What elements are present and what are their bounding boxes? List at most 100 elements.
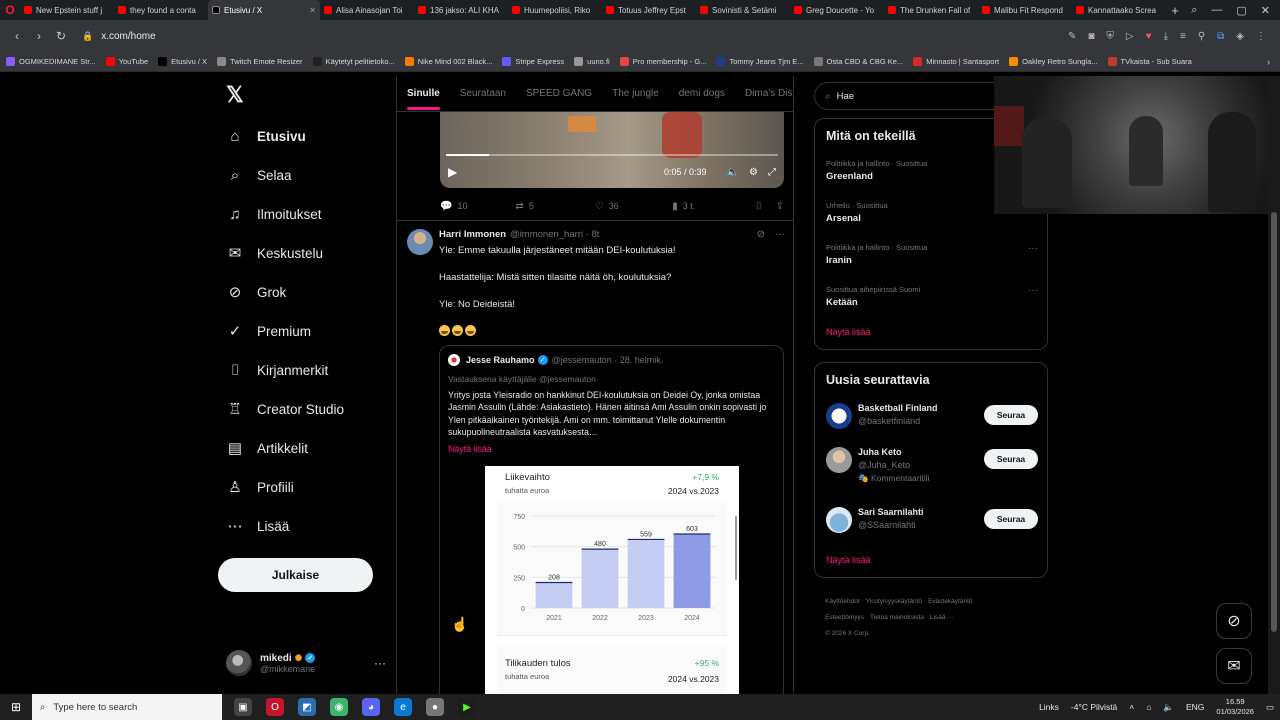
footer-link[interactable]: Tietoa mainoksista — [870, 614, 924, 621]
feed-tab[interactable]: SPEED GANG — [526, 88, 592, 99]
quoted-image-chart[interactable]: Liikevaihto tuhatta euroa +7,9 % 2024 vs… — [485, 466, 739, 694]
avatar[interactable] — [826, 447, 852, 473]
nav-item-creator-studio[interactable]: ♖ Creator Studio — [226, 397, 344, 421]
browser-tab[interactable]: Sovinisti & Setämi — [696, 0, 790, 20]
volume-icon[interactable]: 🔈 — [1163, 702, 1174, 713]
account-more-icon[interactable]: ··· — [374, 656, 386, 670]
x-logo-icon[interactable]: 𝕏 — [226, 82, 244, 108]
new-tab-button[interactable]: + — [1166, 3, 1184, 18]
forward-button[interactable]: › — [28, 29, 50, 43]
tweet-author-handle[interactable]: @immonen_harri · 8t — [510, 229, 599, 240]
opera-icon[interactable]: O — [266, 698, 284, 716]
links-toolbar[interactable]: Links — [1039, 702, 1059, 712]
heart-icon[interactable]: ♥ — [1146, 31, 1152, 42]
avatar[interactable] — [826, 403, 852, 429]
browser-tab[interactable]: Alisa Ainasojan Toi — [320, 0, 414, 20]
close-tab-icon[interactable]: ✕ — [306, 6, 316, 15]
messages-floating-button[interactable]: ✉ — [1216, 648, 1252, 684]
shield-icon[interactable]: ⛨ — [1106, 31, 1114, 42]
bookmark-item[interactable]: Twitch Emote Resizer — [217, 57, 303, 66]
clock[interactable]: 16.59 01/03/2026 — [1216, 697, 1254, 717]
nav-item-artikkelit[interactable]: ▤ Artikkelit — [226, 436, 308, 460]
volume-icon[interactable]: 🔈 — [727, 167, 739, 178]
share-icon[interactable]: ⇪ — [776, 201, 784, 212]
kick-icon[interactable]: ▶ — [458, 698, 476, 716]
bookmark-item[interactable]: Nike Mind 002 Black... — [404, 57, 492, 66]
browser-tab[interactable]: Totuus Jeffrey Epst — [602, 0, 696, 20]
bookmark-item[interactable]: TVkaista - Sub Suara — [1107, 57, 1192, 66]
nav-item-premium[interactable]: ✓ Premium — [226, 319, 311, 343]
bookmark-item[interactable]: Pro membership - G... — [619, 57, 706, 66]
fullscreen-icon[interactable]: ⤢ — [768, 167, 776, 178]
language-indicator[interactable]: ENG — [1186, 702, 1204, 712]
account-icon[interactable]: ⚲ — [1198, 31, 1205, 42]
browser-tab[interactable]: New Epstein stuff j — [20, 0, 114, 20]
grok-icon[interactable]: ⊘ — [757, 229, 765, 240]
opera-logo-icon[interactable]: O — [0, 0, 20, 20]
video-progress-bar[interactable] — [446, 154, 778, 156]
play-icon[interactable]: ▷ — [1126, 31, 1134, 42]
quoted-tweet[interactable]: Jesse Rauhamo ✓ @jessemauton · 28. helmi… — [439, 345, 784, 694]
browser-tab[interactable]: they found a conta — [114, 0, 208, 20]
reload-button[interactable]: ↻ — [50, 29, 72, 43]
follow-suggestion[interactable]: Juha Keto @Juha_Keto 🎭 Kommentaaritili Seur… — [826, 447, 1038, 487]
follow-button[interactable]: Seuraa — [984, 449, 1038, 469]
like-button[interactable]: ♡ 36 — [595, 201, 672, 212]
video-player[interactable]: ▶ 0:05 / 0:39 🔈 ⚙ ⤢ — [440, 112, 784, 188]
bookmark-item[interactable]: YouTube — [105, 57, 148, 66]
trends-show-more-link[interactable]: Näytä lisää — [826, 327, 871, 337]
extension-icon[interactable]: ⧉ — [1217, 31, 1224, 42]
feed-tab[interactable]: The jungle — [612, 88, 659, 99]
edit-icon[interactable]: ✎ — [1068, 31, 1076, 42]
browser-tab[interactable]: Kannattaako Screa — [1072, 0, 1166, 20]
feed-tab[interactable]: Sinulle — [407, 88, 440, 110]
browser-tab[interactable]: Huumepoliisi, Riko — [508, 0, 602, 20]
post-button[interactable]: Julkaise — [218, 558, 373, 592]
play-icon[interactable]: ▶ — [448, 165, 457, 179]
follow-button[interactable]: Seuraa — [984, 509, 1038, 529]
bookmark-item[interactable]: Käytetyt pelitietoko... — [312, 57, 395, 66]
page-scrollbar[interactable] — [1268, 76, 1280, 694]
avatar[interactable] — [826, 507, 852, 533]
edge-icon[interactable]: e — [394, 698, 412, 716]
nav-item-selaa[interactable]: ⌕ Selaa — [226, 163, 292, 187]
weather-widget[interactable]: -4°C Pilvistä — [1071, 702, 1117, 712]
url-field[interactable]: 🔒 x.com/home — [82, 31, 156, 42]
bookmark-item[interactable]: uuno.fi — [574, 57, 610, 66]
bookmark-item[interactable]: Osta CBD & CBG Ke... — [813, 57, 903, 66]
minimize-button[interactable]: — — [1211, 4, 1222, 17]
feed-tab[interactable]: Dima's Dist — [745, 88, 793, 99]
views-button[interactable]: ▮ 3 t. — [672, 201, 755, 212]
trend-more-icon[interactable]: ··· — [1028, 243, 1038, 254]
reply-button[interactable]: 💬 10 — [440, 201, 515, 212]
download-icon[interactable]: ⤓ — [1164, 31, 1168, 42]
browser-tab[interactable]: The Drunken Fall of — [884, 0, 978, 20]
nav-item-kirjanmerkit[interactable]: ⌷ Kirjanmerkit — [226, 358, 328, 382]
follow-suggestion[interactable]: Basketball Finland @basketfinland Seuraa — [826, 403, 1038, 443]
camera-icon[interactable]: ◙ — [1088, 31, 1094, 42]
tweet-author-name[interactable]: Harri Immonen — [439, 229, 506, 240]
feed-tab[interactable]: Seurataan — [460, 88, 506, 99]
bookmark-item[interactable]: Oakley Retro Sungla... — [1009, 57, 1098, 66]
nav-item-lisää[interactable]: ⋯ Lisää — [226, 514, 290, 538]
bookmark-item[interactable]: Tommy Jeans Tjm E... — [716, 57, 804, 66]
windows-start-icon[interactable]: ⊞ — [0, 700, 32, 714]
nav-item-grok[interactable]: ⊘ Grok — [226, 280, 287, 304]
notifications-icon[interactable]: ▭ — [1266, 702, 1274, 713]
trend-more-icon[interactable]: ··· — [1028, 285, 1038, 296]
tweet-author-avatar[interactable] — [407, 229, 433, 255]
back-button[interactable]: ‹ — [6, 29, 28, 43]
nav-item-etusivu[interactable]: ⌂ Etusivu — [226, 124, 305, 148]
bookmark-item[interactable]: OGMIKEDIMANE Str... — [6, 57, 96, 66]
cube-icon[interactable]: ◈ — [1236, 31, 1244, 42]
more-icon[interactable]: ⋮ — [1256, 31, 1266, 42]
follow-show-more-link[interactable]: Näytä lisää — [826, 555, 871, 565]
close-window-button[interactable]: ✕ — [1261, 4, 1270, 17]
grok-floating-button[interactable]: ⊘ — [1216, 603, 1252, 639]
footer-link[interactable]: Esteettömyys — [825, 614, 864, 621]
menu-icon[interactable]: ≡ — [1180, 31, 1186, 42]
app-icon[interactable]: ● — [426, 698, 444, 716]
bookmark-item[interactable]: Stripe Express — [502, 57, 564, 66]
trend-item[interactable]: Suosittua aihepiirissä Suomi Ketään ··· — [826, 285, 1038, 308]
game-app-icon[interactable]: ◉ — [330, 698, 348, 716]
